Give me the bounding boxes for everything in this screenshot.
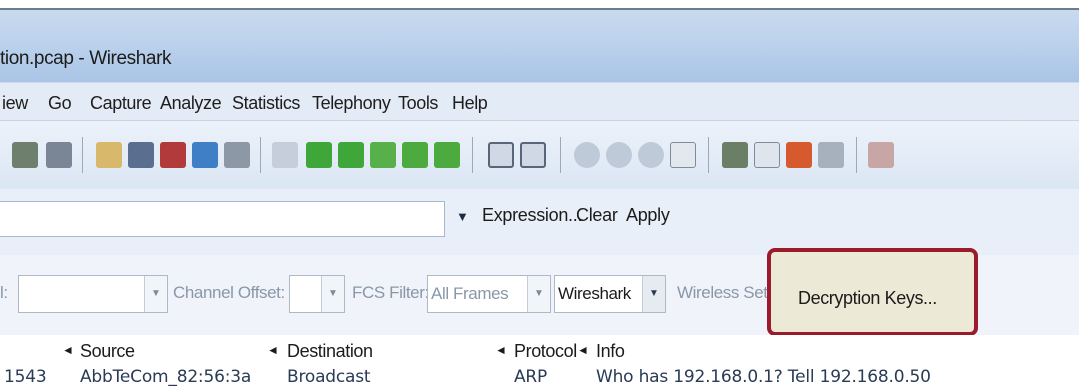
filter-history-dropdown-icon[interactable]: ▼ xyxy=(456,209,469,224)
go-last-icon[interactable] xyxy=(434,142,460,168)
open-file-icon[interactable] xyxy=(96,142,122,168)
menu-tools[interactable]: Tools xyxy=(398,93,438,114)
menu-view[interactable]: iew xyxy=(2,93,28,114)
find-packet-icon[interactable] xyxy=(272,142,298,168)
close-file-icon[interactable] xyxy=(160,142,186,168)
title-bar: tion.pcap - Wireshark xyxy=(0,10,1079,82)
toolbar-separator xyxy=(472,137,473,173)
zoom-normal-icon[interactable] xyxy=(638,142,664,168)
column-sort-icon: ◄ xyxy=(577,343,589,357)
toolbar-separator xyxy=(856,137,857,173)
column-sort-icon: ◄ xyxy=(62,343,74,357)
column-sort-icon: ◄ xyxy=(495,343,507,357)
display-filter-bar: ▼ Expression... Clear Apply xyxy=(0,189,1079,256)
fcs-filter-combo[interactable]: All Frames ▼ xyxy=(427,275,551,313)
decryption-mode-value: Wireshark xyxy=(558,284,631,303)
menu-statistics[interactable]: Statistics xyxy=(232,93,300,114)
toolbar-separator xyxy=(260,137,261,173)
menu-bar: iew Go Capture Analyze Statistics Teleph… xyxy=(0,82,1079,121)
menu-help[interactable]: Help xyxy=(452,93,488,114)
window-title: tion.pcap - Wireshark xyxy=(0,48,172,69)
chevron-down-icon: ▼ xyxy=(321,276,344,312)
fcs-filter-label: FCS Filter: xyxy=(352,283,429,302)
chevron-down-icon: ▼ xyxy=(144,276,167,312)
save-file-icon[interactable] xyxy=(128,142,154,168)
colorize-icon[interactable] xyxy=(488,142,514,168)
packet-row-destination[interactable]: Broadcast xyxy=(287,367,371,387)
packet-row-no[interactable]: 1543 xyxy=(4,367,47,387)
go-back-icon[interactable] xyxy=(306,142,332,168)
go-first-icon[interactable] xyxy=(402,142,428,168)
interface-list-icon[interactable] xyxy=(12,142,38,168)
channel-offset-combo[interactable]: ▼ xyxy=(289,275,345,313)
chevron-down-icon: ▼ xyxy=(527,276,550,312)
display-filters-icon[interactable] xyxy=(754,142,780,168)
reload-icon[interactable] xyxy=(192,142,218,168)
menu-telephony[interactable]: Telephony xyxy=(312,93,391,114)
clear-button[interactable]: Clear xyxy=(576,205,618,226)
column-sort-icon: ◄ xyxy=(267,343,279,357)
column-header-protocol[interactable]: Protocol xyxy=(514,341,577,362)
display-filter-input[interactable] xyxy=(0,201,445,237)
decryption-keys-button[interactable]: Decryption Keys... xyxy=(798,288,937,309)
packet-row-protocol[interactable]: ARP xyxy=(514,367,547,387)
expression-button[interactable]: Expression... xyxy=(482,205,582,226)
packet-row-source[interactable]: AbbTeCom_82:56:3a xyxy=(80,367,251,387)
help-icon[interactable] xyxy=(868,142,894,168)
autoscroll-icon[interactable] xyxy=(520,142,546,168)
capture-filters-icon[interactable] xyxy=(722,142,748,168)
menu-go[interactable]: Go xyxy=(48,93,72,114)
window-top-edge xyxy=(0,0,1079,10)
print-icon[interactable] xyxy=(224,142,250,168)
column-header-destination[interactable]: Destination xyxy=(287,341,373,362)
wireless-channel-label: l: xyxy=(0,283,8,302)
coloring-rules-icon[interactable] xyxy=(786,142,812,168)
decryption-mode-combo[interactable]: Wireshark ▼ xyxy=(554,275,666,313)
go-to-packet-icon[interactable] xyxy=(370,142,396,168)
wireless-channel-combo[interactable]: ▼ xyxy=(18,275,168,313)
column-header-info[interactable]: Info xyxy=(596,341,625,362)
preferences-icon[interactable] xyxy=(818,142,844,168)
toolbar-separator xyxy=(708,137,709,173)
packet-row-info[interactable]: Who has 192.168.0.1? Tell 192.168.0.50 xyxy=(596,367,931,387)
capture-options-icon[interactable] xyxy=(46,142,72,168)
resize-columns-icon[interactable] xyxy=(670,142,696,168)
packet-list-header: ◄ Source ◄ Destination ◄ Protocol ◄ Info… xyxy=(0,335,1079,387)
apply-button[interactable]: Apply xyxy=(626,205,670,226)
toolbar-separator xyxy=(560,137,561,173)
zoom-out-icon[interactable] xyxy=(606,142,632,168)
chevron-down-icon: ▼ xyxy=(642,276,665,312)
toolbar-separator xyxy=(82,137,83,173)
go-forward-icon[interactable] xyxy=(338,142,364,168)
fcs-filter-value: All Frames xyxy=(431,284,509,303)
column-header-source[interactable]: Source xyxy=(80,341,135,362)
menu-capture[interactable]: Capture xyxy=(90,93,152,114)
channel-offset-label: Channel Offset: xyxy=(173,283,285,302)
zoom-in-icon[interactable] xyxy=(574,142,600,168)
main-toolbar xyxy=(0,120,1079,190)
menu-analyze[interactable]: Analyze xyxy=(160,93,222,114)
